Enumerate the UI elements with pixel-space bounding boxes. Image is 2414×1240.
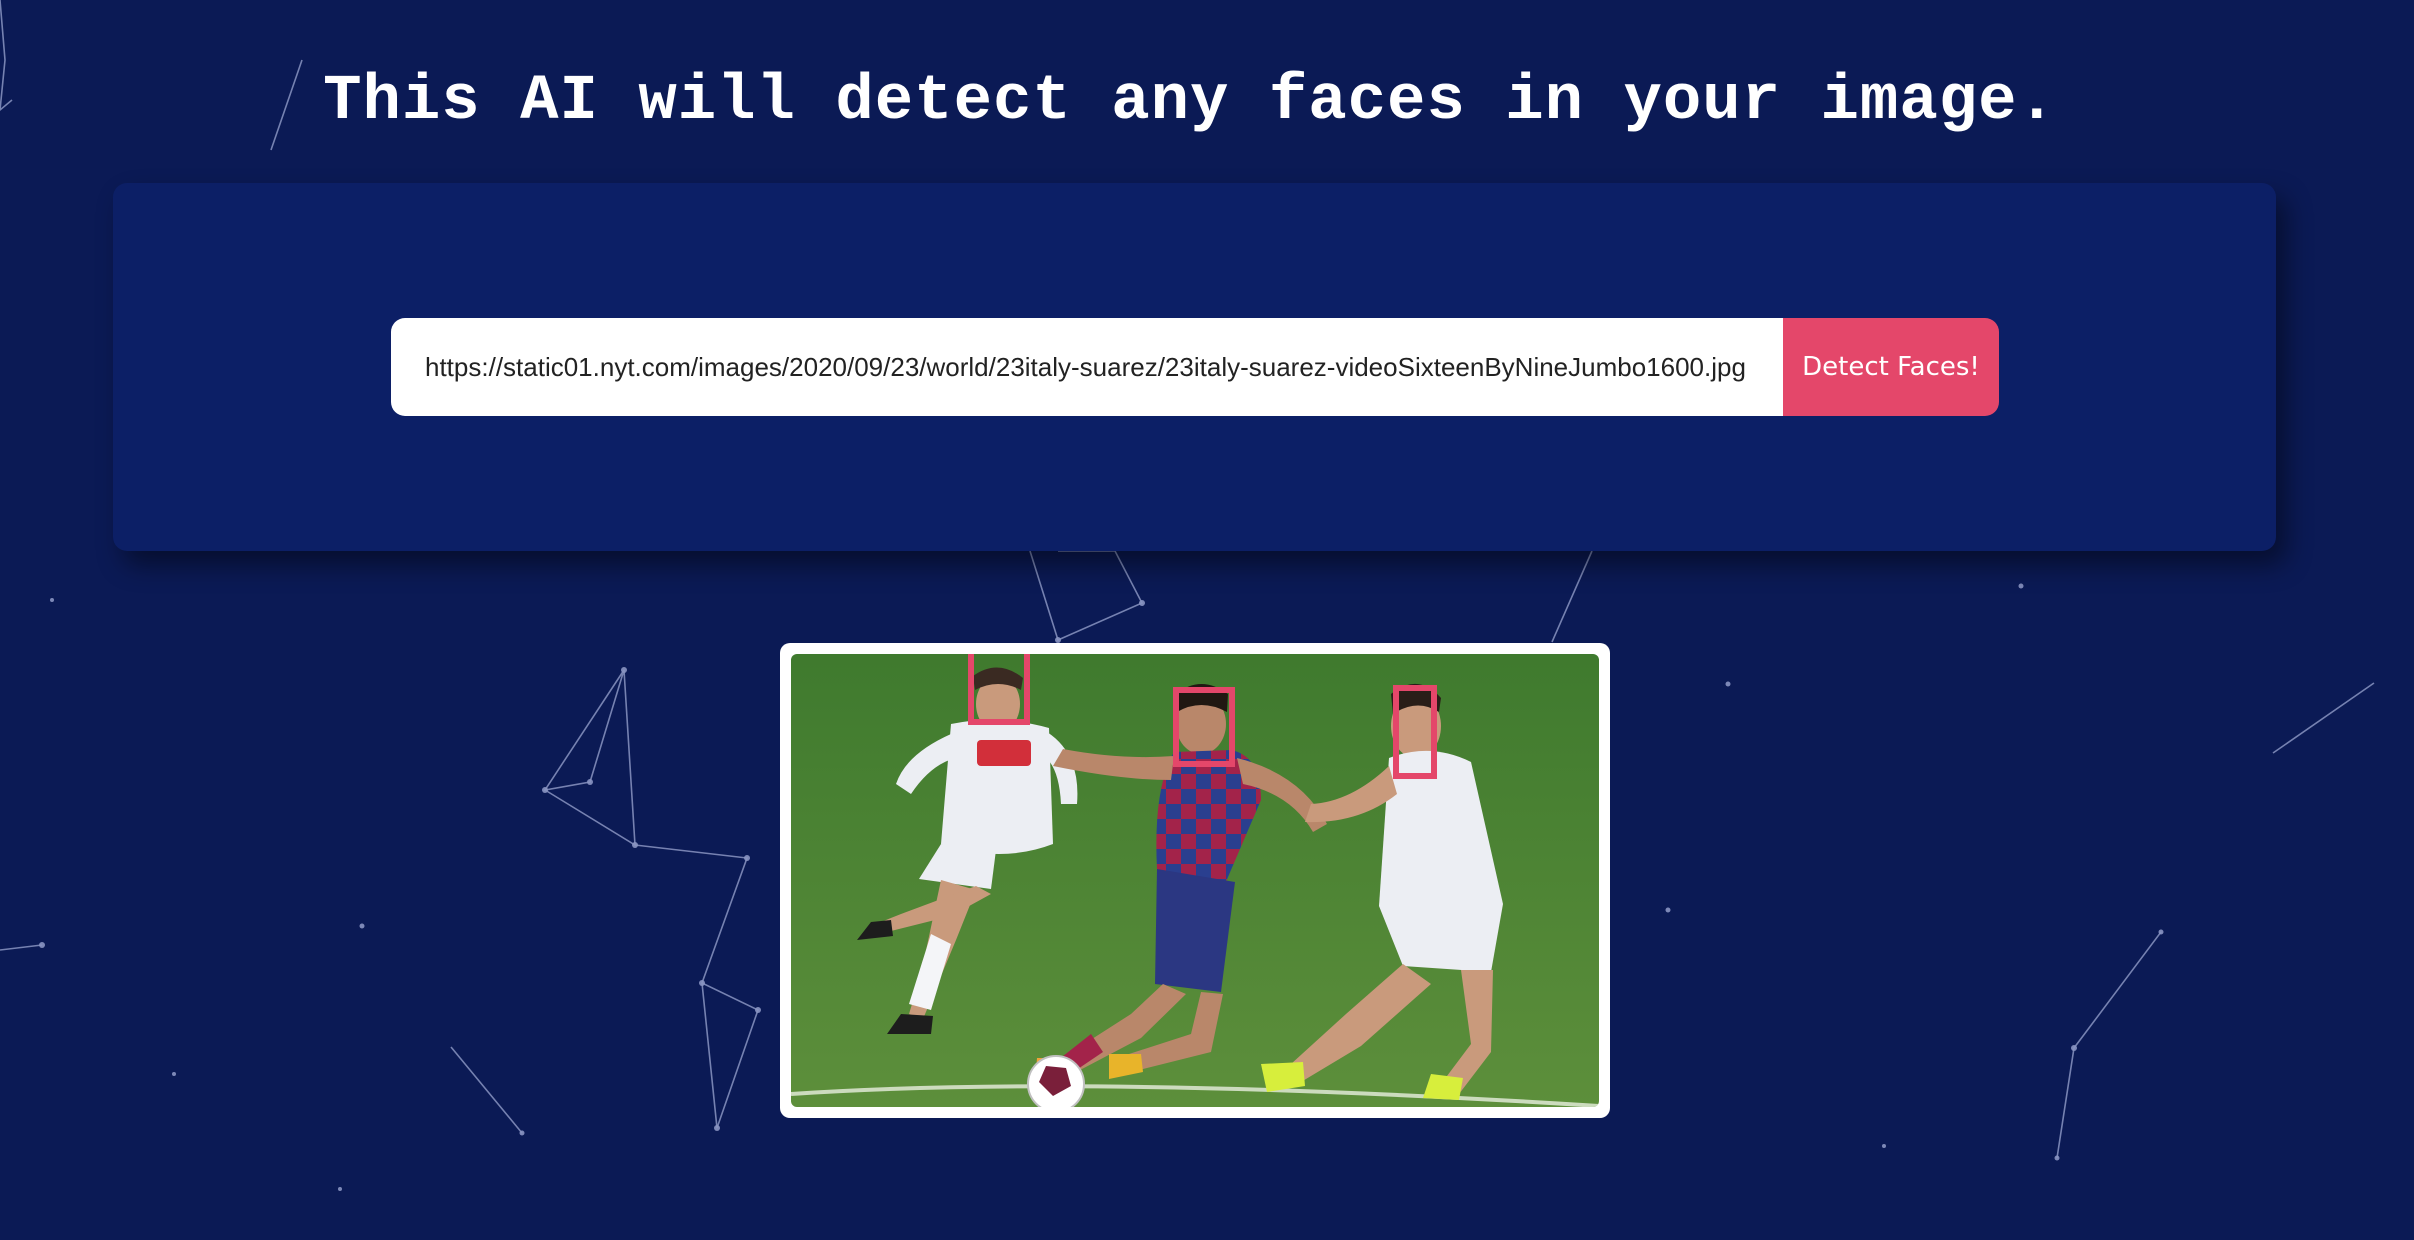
soccer-photo-illustration	[791, 654, 1599, 1107]
page-title: This AI will detect any faces in your im…	[323, 66, 2057, 138]
image-url-form: Detect Faces!	[391, 318, 1999, 416]
page: This AI will detect any faces in your im…	[0, 0, 2414, 1240]
result-photo	[791, 654, 1599, 1107]
url-input-panel: Detect Faces!	[113, 183, 2276, 551]
result-image-frame	[780, 643, 1610, 1118]
detect-faces-button[interactable]: Detect Faces!	[1783, 318, 1999, 416]
image-url-input[interactable]	[391, 318, 1783, 416]
